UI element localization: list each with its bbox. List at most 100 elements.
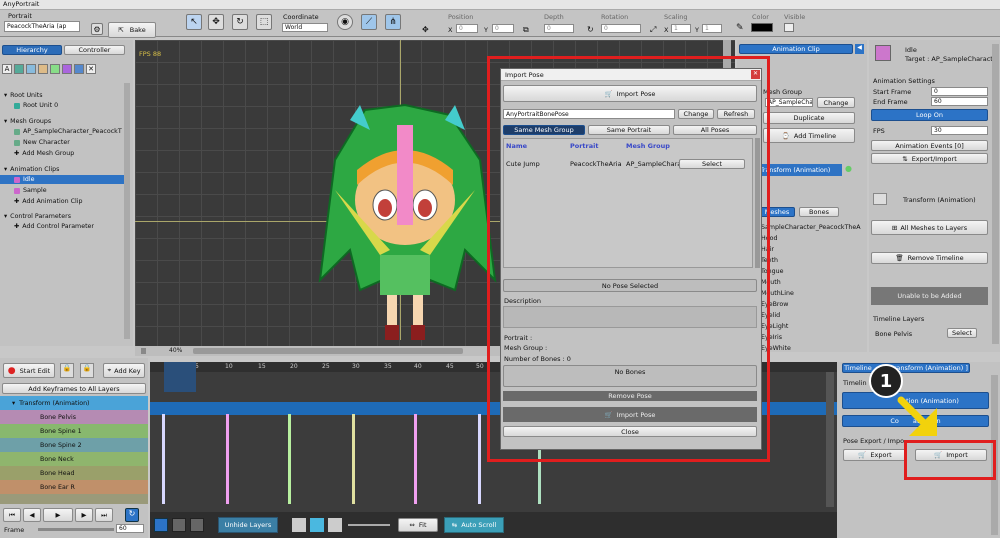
rotation-field[interactable]: 0 bbox=[601, 24, 641, 33]
row-size-large-icon[interactable] bbox=[328, 518, 342, 532]
layer-bone[interactable]: Bone Pelvis bbox=[0, 410, 148, 424]
row-size-small-icon[interactable] bbox=[292, 518, 306, 532]
filter-mesh-icon[interactable] bbox=[38, 64, 48, 74]
mesh-group-change-button[interactable]: Change bbox=[817, 97, 855, 108]
loop-on-button[interactable]: Loop On bbox=[871, 109, 988, 121]
pos-x-field[interactable]: 0 bbox=[456, 24, 478, 33]
layer-transform[interactable]: ▾ Transform (Animation) bbox=[0, 396, 148, 410]
timeline-sort-icon[interactable] bbox=[172, 518, 186, 532]
mesh-list-root[interactable]: SampleCharacter_PeacockTheA bbox=[761, 223, 861, 232]
all-meshes-to-layers-button[interactable]: ⊞ All Meshes to Layers bbox=[871, 220, 988, 235]
collapse-icon[interactable]: ◀ bbox=[855, 44, 864, 54]
move-tool-icon[interactable]: ✥ bbox=[208, 14, 224, 30]
unhide-layers-button[interactable]: Unhide Layers bbox=[218, 517, 278, 533]
props-scrollbar[interactable] bbox=[992, 44, 999, 344]
rotate-tool-icon[interactable]: ↻ bbox=[232, 14, 248, 30]
scale-tool-icon[interactable]: ⬚ bbox=[256, 14, 272, 30]
add-keyframes-all-button[interactable]: Add Keyframes to All Layers bbox=[2, 383, 146, 394]
lock-icon[interactable]: 🔒 bbox=[60, 363, 74, 378]
filter-root-icon[interactable] bbox=[14, 64, 24, 74]
character-preview[interactable] bbox=[305, 100, 505, 350]
coordinate-select[interactable]: World bbox=[282, 23, 328, 32]
scale-x-field[interactable]: 1 bbox=[671, 24, 691, 33]
loop-icon[interactable]: ↻ bbox=[125, 508, 139, 522]
layer-bone[interactable]: Bone Head bbox=[0, 466, 148, 480]
bone-edit-icon[interactable]: ⟋ bbox=[361, 14, 377, 30]
hierarchy-scrollbar[interactable] bbox=[124, 83, 130, 339]
last-frame-icon[interactable]: ⏭ bbox=[95, 508, 113, 522]
keyframe-column[interactable] bbox=[352, 414, 355, 504]
tree-add-mesh-group[interactable]: ✚ Add Mesh Group bbox=[14, 149, 142, 158]
select-tool-icon[interactable]: ↖ bbox=[186, 14, 202, 30]
pos-y-field[interactable]: 0 bbox=[492, 24, 514, 33]
tree-clip-idle[interactable]: Idle bbox=[0, 175, 125, 184]
zoom-slider-handle[interactable] bbox=[141, 348, 146, 354]
layer-bone[interactable]: Bone Ear R bbox=[0, 480, 148, 494]
start-frame-field[interactable]: 0 bbox=[931, 87, 988, 96]
tree-control-params[interactable]: ▾ Control Parameters bbox=[4, 212, 132, 221]
fps-field[interactable]: 30 bbox=[931, 126, 988, 135]
filter-meshgroup-icon[interactable] bbox=[50, 64, 60, 74]
viewport-h-scrollbar[interactable] bbox=[193, 348, 463, 354]
lock-red-icon[interactable]: 🔒 bbox=[80, 363, 94, 378]
timeline-layer-icon[interactable] bbox=[190, 518, 204, 532]
bake-button[interactable]: ⇱ Bake bbox=[108, 22, 156, 38]
keyframe-column[interactable] bbox=[414, 414, 417, 504]
tree-add-control-param[interactable]: ✚ Add Control Parameter bbox=[14, 222, 142, 231]
end-frame-field[interactable]: 60 bbox=[931, 97, 988, 106]
mesh-group-field[interactable]: AP_SampleCharact bbox=[765, 98, 813, 107]
select-layer-button[interactable]: Select bbox=[947, 328, 977, 338]
tree-root-units[interactable]: ▾ Root Units bbox=[4, 91, 132, 100]
visible-toggle[interactable] bbox=[784, 23, 794, 32]
timeline-v-scrollbar[interactable] bbox=[826, 372, 834, 507]
play-icon[interactable]: ▶ bbox=[43, 508, 73, 522]
layer-bone[interactable]: Bone Neck bbox=[0, 452, 148, 466]
keyframe-column[interactable] bbox=[226, 414, 229, 504]
add-key-button[interactable]: ⌖ Add Key bbox=[103, 363, 145, 378]
tab-controller[interactable]: Controller bbox=[64, 45, 125, 55]
filter-anim-icon[interactable] bbox=[62, 64, 72, 74]
tree-add-animation-clip[interactable]: ✚ Add Animation Clip bbox=[14, 197, 142, 206]
tree-mesh-groups[interactable]: ▾ Mesh Groups bbox=[4, 117, 132, 126]
duplicate-button[interactable]: Duplicate bbox=[763, 112, 855, 124]
row-size-mid-icon[interactable] bbox=[310, 518, 324, 532]
filter-param-icon[interactable] bbox=[74, 64, 84, 74]
frame-slider[interactable] bbox=[38, 528, 114, 531]
portrait-select[interactable]: PeacockTheAria (ap bbox=[4, 21, 80, 32]
fit-button[interactable]: ⇔ Fit bbox=[398, 518, 438, 532]
filter-image-icon[interactable] bbox=[26, 64, 36, 74]
filter-close-icon[interactable]: ✕ bbox=[86, 64, 96, 74]
start-edit-button[interactable]: ● Start Edit bbox=[3, 363, 55, 378]
color-swatch[interactable] bbox=[751, 23, 773, 32]
anim-events-button[interactable]: Animation Events [0] bbox=[871, 140, 988, 151]
onion-icon[interactable]: ◉ bbox=[337, 14, 353, 30]
frame-field[interactable]: 60 bbox=[116, 524, 144, 533]
keyframe-column[interactable] bbox=[288, 414, 291, 504]
depth-field[interactable]: 0 bbox=[544, 24, 574, 33]
tree-clip-sample[interactable]: Sample bbox=[14, 186, 142, 195]
filter-all-icon[interactable]: A bbox=[2, 64, 12, 74]
keyframe-column[interactable] bbox=[478, 414, 481, 504]
tree-root-unit-0[interactable]: Root Unit 0 bbox=[14, 101, 142, 110]
layer-bone[interactable]: Bone Spine 1 bbox=[0, 424, 148, 438]
prev-frame-icon[interactable]: ◀ bbox=[23, 508, 41, 522]
eyedropper-icon[interactable]: ✎ bbox=[736, 23, 744, 33]
pose-export-button[interactable]: 🛒 Export bbox=[843, 449, 907, 461]
first-frame-icon[interactable]: ⏮ bbox=[3, 508, 21, 522]
layer-bone[interactable]: Bone Spine 2 bbox=[0, 438, 148, 452]
tab-bones[interactable]: Bones bbox=[799, 207, 839, 217]
bone-view-icon[interactable]: ⋔ bbox=[385, 14, 401, 30]
remove-timeline-button[interactable]: 🗑 Remove Timeline bbox=[871, 252, 988, 264]
playhead-range[interactable] bbox=[164, 362, 196, 392]
tab-hierarchy[interactable]: Hierarchy bbox=[2, 45, 62, 55]
timeline-zoom-slider[interactable] bbox=[348, 524, 390, 526]
export-import-button[interactable]: ⇅ Export/Import bbox=[871, 153, 988, 164]
scale-y-field[interactable]: 1 bbox=[702, 24, 722, 33]
next-frame-icon[interactable]: ▶ bbox=[75, 508, 93, 522]
auto-scroll-button[interactable]: ⇆ Auto Scroll bbox=[444, 517, 504, 533]
gear-icon[interactable]: ⚙ bbox=[91, 23, 103, 35]
timeline-mode-icon[interactable] bbox=[154, 518, 168, 532]
tree-animation-clips[interactable]: ▾ Animation Clips bbox=[4, 165, 132, 174]
add-timeline-button[interactable]: ⌚ Add Timeline bbox=[763, 128, 855, 143]
keyframe-column[interactable] bbox=[162, 414, 165, 504]
